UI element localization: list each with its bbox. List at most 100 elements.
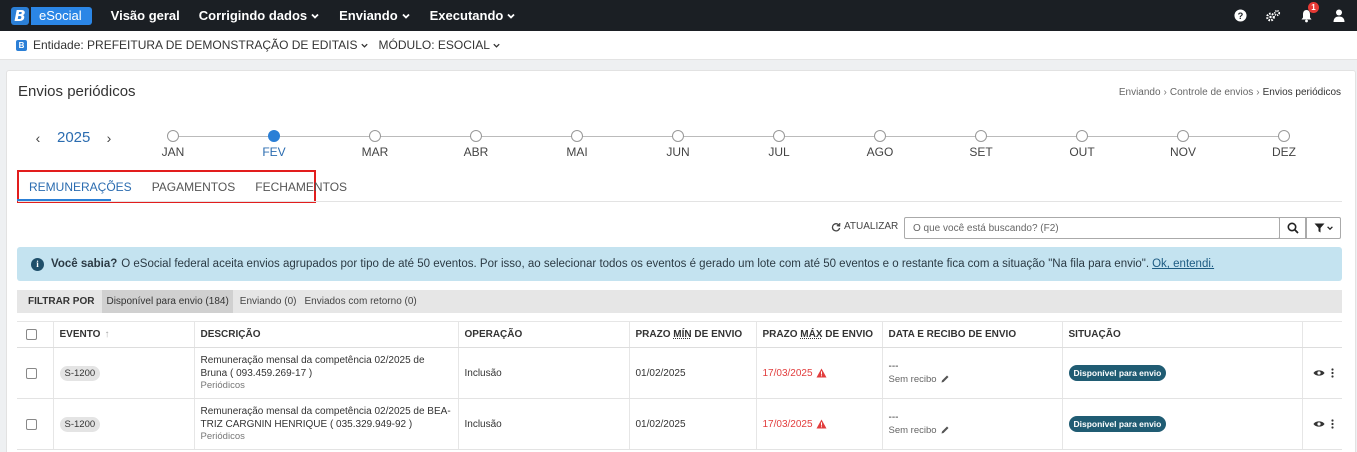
situacao-cell: Disponível para envio xyxy=(1062,398,1303,450)
next-year-button[interactable]: › xyxy=(104,130,114,146)
module-selector[interactable]: MÓDULO: ESOCIAL xyxy=(379,38,501,52)
filter-icon xyxy=(1314,223,1324,233)
col-data-recibo[interactable]: DATA E RECIBO DE ENVIO xyxy=(882,321,1063,348)
dismiss-info-link[interactable]: Ok, entendi. xyxy=(1152,258,1214,270)
gears-icon[interactable] xyxy=(1265,8,1281,24)
filter-chip-disponivel[interactable]: Disponível para envio (184) xyxy=(102,290,233,313)
month-abr[interactable]: ABR xyxy=(456,130,496,159)
event-code-tag: S-1200 xyxy=(59,365,101,381)
month-jul[interactable]: JUL xyxy=(759,130,799,159)
help-icon[interactable]: ? xyxy=(1232,8,1248,24)
entity-selector[interactable]: Entidade: PREFEITURA DE DEMONSTRAÇÃO DE … xyxy=(33,38,369,52)
chevron-down-icon xyxy=(507,13,515,19)
select-all-checkbox[interactable] xyxy=(26,329,37,340)
month-dot xyxy=(167,130,179,142)
pencil-icon[interactable] xyxy=(940,374,950,384)
month-jun[interactable]: JUN xyxy=(658,130,698,159)
sort-arrow-up-icon: ↑ xyxy=(104,329,110,340)
search-icon xyxy=(1286,222,1299,234)
col-descricao[interactable]: DESCRIÇÃO xyxy=(194,321,459,348)
col-label: DE ENVIO xyxy=(691,329,743,340)
breadcrumb-item[interactable]: Controle de envios xyxy=(1170,87,1253,98)
pencil-icon[interactable] xyxy=(940,425,950,435)
nav-label: Enviando xyxy=(339,8,398,23)
breadcrumb-current: Envios periódicos xyxy=(1262,87,1341,98)
month-mai[interactable]: MAI xyxy=(557,130,597,159)
month-label: JUN xyxy=(666,145,690,159)
send-date: --- xyxy=(888,360,899,372)
eye-icon[interactable] xyxy=(1313,420,1325,428)
table-row[interactable]: S-1200 Remuneração mensal da competência… xyxy=(17,347,1342,399)
breadcrumb: Enviando › Controle de envios › Envios p… xyxy=(1119,87,1341,98)
col-operacao[interactable]: OPERAÇÃO xyxy=(458,321,630,348)
chevron-down-icon xyxy=(360,43,368,48)
col-evento[interactable]: EVENTO ↑ xyxy=(53,321,195,348)
entity-label: Entidade: PREFEITURA DE DEMONSTRAÇÃO DE … xyxy=(33,38,358,52)
logo-b-icon: B xyxy=(11,6,29,25)
refresh-button[interactable]: ATUALIZAR xyxy=(831,221,898,232)
month-dot xyxy=(874,130,886,142)
month-label: DEZ xyxy=(1272,145,1296,159)
search-button[interactable] xyxy=(1279,217,1306,239)
nav-visao-geral[interactable]: Visão geral xyxy=(111,8,180,23)
month-ago[interactable]: AGO xyxy=(860,130,900,159)
description-line: Remuneração mensal da competência 02/202… xyxy=(200,355,425,366)
status-badge: Disponível para envio xyxy=(1068,365,1167,381)
col-situacao[interactable]: SITUAÇÃO xyxy=(1062,321,1303,348)
month-fev[interactable]: FEV xyxy=(254,130,294,159)
month-set[interactable]: SET xyxy=(961,130,1001,159)
timeline-track xyxy=(173,136,1285,137)
filter-dropdown-button[interactable] xyxy=(1306,217,1341,239)
refresh-label: ATUALIZAR xyxy=(844,221,899,232)
nav-executando[interactable]: Executando xyxy=(430,8,517,23)
warning-icon xyxy=(816,419,827,429)
app-logo[interactable]: B eSocial xyxy=(11,6,92,26)
chevron-down-icon xyxy=(311,13,319,19)
month-jan[interactable]: JAN xyxy=(153,130,193,159)
description-category: Periódicos xyxy=(200,380,245,391)
filter-chip-enviando[interactable]: Enviando (0) xyxy=(237,290,300,313)
month-label: NOV xyxy=(1169,145,1196,159)
month-mar[interactable]: MAR xyxy=(355,130,395,159)
app-name: eSocial xyxy=(31,6,92,25)
month-label: FEV xyxy=(262,145,286,159)
more-vertical-icon[interactable] xyxy=(1331,419,1334,429)
row-select-cell xyxy=(17,347,54,399)
user-icon[interactable] xyxy=(1331,8,1347,24)
prazo-max-cell: 17/03/2025 xyxy=(756,398,883,450)
nav-corrigindo-dados[interactable]: Corrigindo dados xyxy=(199,8,320,23)
month-label: MAI xyxy=(566,145,588,159)
col-prazo-max[interactable]: PRAZO MÁX DE ENVIO xyxy=(756,321,883,348)
col-actions xyxy=(1302,321,1342,348)
bell-icon[interactable]: 1 xyxy=(1298,1,1319,24)
description-category: Periódicos xyxy=(200,431,245,442)
month-dez[interactable]: DEZ xyxy=(1264,130,1304,159)
month-dot xyxy=(1278,130,1290,142)
breadcrumb-item[interactable]: Enviando xyxy=(1119,87,1161,98)
month-dot xyxy=(1177,130,1189,142)
table-row[interactable]: S-1200 Remuneração mensal da competência… xyxy=(17,398,1342,450)
row-checkbox[interactable] xyxy=(26,367,37,379)
tab-remuneracoes[interactable]: REMUNERAÇÕES xyxy=(29,180,132,194)
col-label: EVENTO xyxy=(59,329,101,340)
more-vertical-icon[interactable] xyxy=(1331,368,1334,378)
description-line: Remuneração mensal da competência 02/202… xyxy=(200,406,451,417)
month-out[interactable]: OUT xyxy=(1062,130,1102,159)
search-input[interactable] xyxy=(904,217,1280,239)
month-nov[interactable]: NOV xyxy=(1163,130,1203,159)
month-dot xyxy=(571,130,583,142)
tab-pagamentos[interactable]: PAGAMENTOS xyxy=(152,180,236,194)
tab-fechamentos[interactable]: FECHAMENTOS xyxy=(255,180,347,194)
col-prazo-min[interactable]: PRAZO MÍN DE ENVIO xyxy=(629,321,757,348)
events-table: EVENTO ↑ DESCRIÇÃO OPERAÇÃO PRAZO MÍN DE … xyxy=(17,321,1342,450)
year-label: 2025 xyxy=(57,129,91,146)
info-text: O eSocial federal aceita envios agrupado… xyxy=(121,258,1150,270)
eye-icon[interactable] xyxy=(1313,369,1325,377)
nav-enviando[interactable]: Enviando xyxy=(339,8,411,23)
prazo-min-cell: 01/02/2025 xyxy=(629,398,757,450)
month-dot xyxy=(672,130,684,142)
filter-chip-enviados-retorno[interactable]: Enviados com retorno (0) xyxy=(301,290,419,313)
previous-year-button[interactable]: ‹ xyxy=(33,130,43,146)
prazo-max-date: 17/03/2025 xyxy=(762,418,813,430)
row-checkbox[interactable] xyxy=(26,418,37,430)
